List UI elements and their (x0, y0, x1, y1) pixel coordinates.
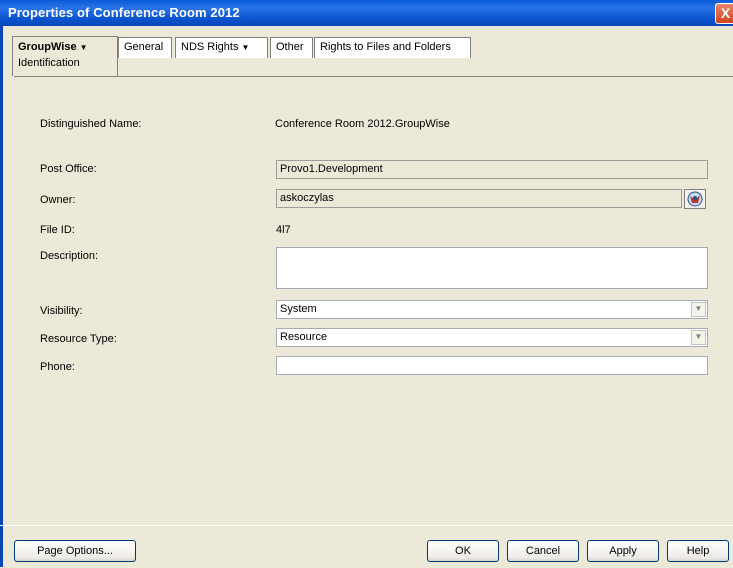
visibility-dropdown-button[interactable]: ▼ (691, 302, 706, 317)
tab-general[interactable]: General (118, 37, 172, 58)
distinguished-name-value: Conference Room 2012.GroupWise (275, 118, 450, 130)
chevron-down-icon[interactable]: ▼ (241, 43, 249, 52)
owner-label: Owner: (40, 194, 76, 206)
cancel-button[interactable]: Cancel (507, 540, 579, 562)
tab-groupwise[interactable]: GroupWise ▼ Identification (12, 36, 118, 76)
chevron-down-icon[interactable]: ▼ (80, 43, 88, 52)
tab-label: Other (276, 41, 304, 53)
tab-label: GroupWise (18, 41, 77, 53)
apply-button[interactable]: Apply (587, 540, 659, 562)
chevron-down-icon: ▼ (694, 332, 703, 341)
owner-browse-button[interactable] (684, 189, 706, 209)
post-office-label: Post Office: (40, 163, 97, 175)
resource-type-dropdown-button[interactable]: ▼ (691, 330, 706, 345)
help-button[interactable]: Help (667, 540, 729, 562)
phone-field[interactable] (276, 356, 708, 375)
resource-type-select[interactable]: Resource ▼ (276, 328, 708, 347)
tab-sub-label: Identification (18, 57, 80, 69)
tab-rights-to-files-and-folders[interactable]: Rights to Files and Folders (314, 37, 471, 58)
post-office-field[interactable]: Provo1.Development (276, 160, 708, 179)
visibility-label: Visibility: (40, 305, 83, 317)
tab-label: Rights to Files and Folders (320, 41, 451, 53)
file-id-value: 4l7 (276, 224, 291, 236)
owner-field[interactable]: askoczylas (276, 189, 682, 208)
tab-other[interactable]: Other (270, 37, 313, 58)
chevron-down-icon: ▼ (694, 304, 703, 313)
post-office-value: Provo1.Development (280, 163, 383, 175)
description-label: Description: (40, 250, 99, 262)
page-options-button[interactable]: Page Options... (14, 540, 136, 562)
tab-label: General (124, 41, 164, 53)
browse-directory-icon (687, 191, 703, 207)
ok-button[interactable]: OK (427, 540, 499, 562)
close-icon: X (720, 5, 731, 21)
file-id-label: File ID: (40, 224, 75, 236)
close-button[interactable]: X (715, 3, 733, 24)
window-title: Properties of Conference Room 2012 (8, 5, 240, 20)
visibility-select[interactable]: System ▼ (276, 300, 708, 319)
owner-value: askoczylas (280, 192, 334, 204)
visibility-value: System (280, 303, 317, 315)
phone-label: Phone: (40, 361, 75, 373)
tab-nds-rights[interactable]: NDS Rights ▼ (175, 37, 268, 58)
resource-type-value: Resource (280, 331, 328, 343)
tab-label: NDS Rights (181, 41, 239, 53)
distinguished-name-label: Distinguished Name: (40, 118, 142, 130)
description-textarea[interactable] (276, 247, 708, 289)
resource-type-label: Resource Type: (40, 333, 117, 345)
title-bar: Properties of Conference Room 2012 X (0, 0, 733, 26)
